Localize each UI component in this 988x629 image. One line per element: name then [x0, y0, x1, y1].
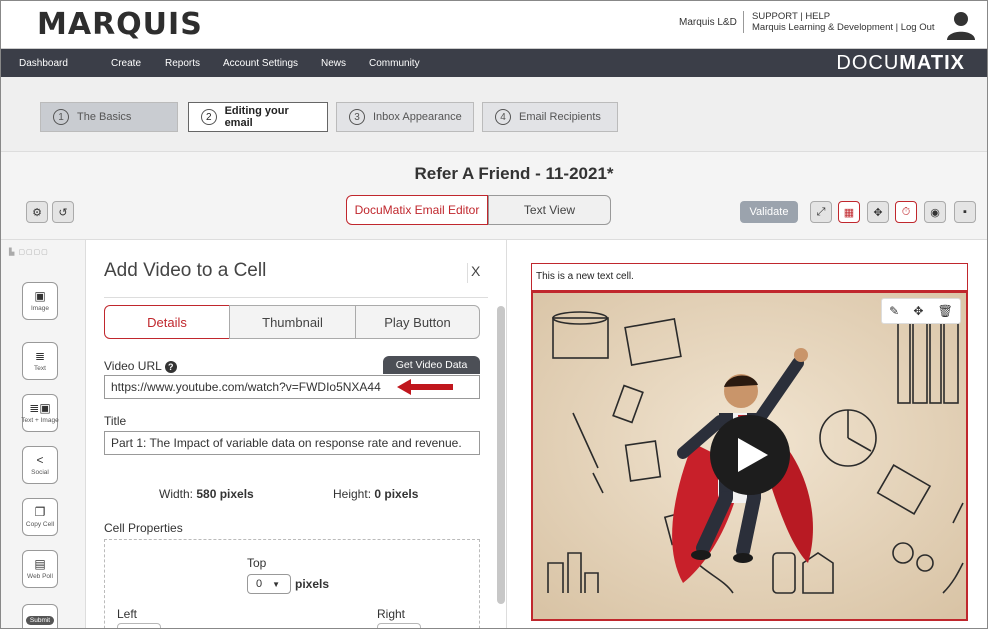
main-nav: Dashboard Create Reports Account Setting… [1, 49, 987, 77]
text-icon: ≣ [34, 349, 46, 363]
tool-text-image[interactable]: ≣▣ Text + Image [21, 394, 59, 432]
top-padding-label: Top [247, 556, 267, 570]
top-padding-select[interactable]: 0 ▼ [247, 574, 291, 594]
video-thumbnail [533, 293, 966, 619]
edit-pencil-icon[interactable]: ✎ [889, 304, 899, 318]
support-help-link[interactable]: SUPPORT | HELP [752, 11, 935, 22]
tab-thumbnail[interactable]: Thumbnail [229, 305, 356, 339]
user-avatar-icon[interactable] [945, 9, 977, 41]
editor-titlebar: Refer A Friend - 11-2021* DocuMatix Emai… [1, 152, 987, 240]
panel-divider [104, 297, 488, 298]
expand-icon[interactable]: ⤢ [810, 201, 832, 223]
red-arrow-annotation [397, 379, 453, 395]
tab-text-view[interactable]: Text View [488, 195, 611, 225]
tool-social[interactable]: < Social [22, 446, 58, 484]
image-icon: ▣ [34, 289, 46, 303]
validate-button[interactable]: Validate [740, 201, 798, 223]
nav-news[interactable]: News [321, 58, 346, 69]
nav-community[interactable]: Community [369, 58, 420, 69]
documatix-brand: DOCUMATIX [836, 52, 965, 74]
nav-dashboard[interactable]: Dashboard [19, 58, 68, 69]
tool-copy-cell[interactable]: ❐ Copy Cell [22, 498, 58, 536]
settings-gear-icon[interactable]: ⚙ [26, 201, 48, 223]
step-inbox-appearance[interactable]: 3 Inbox Appearance [336, 102, 474, 132]
tab-play-button[interactable]: Play Button [355, 305, 480, 339]
title-label: Title [104, 414, 127, 428]
get-video-data-button[interactable]: Get Video Data [383, 356, 480, 374]
left-padding-select[interactable] [117, 623, 161, 628]
title-input[interactable]: Part 1: The Impact of variable data on r… [104, 431, 480, 455]
video-url-label: Video URL ? [104, 359, 177, 373]
user-name[interactable]: Marquis L&D [679, 17, 737, 28]
timer-icon[interactable]: ⏱ [895, 201, 917, 223]
poll-icon: ▤ [34, 557, 46, 571]
chevron-down-icon: ▼ [272, 579, 281, 589]
right-padding-select[interactable] [377, 623, 421, 628]
copy-icon: ❐ [34, 505, 46, 519]
tool-image[interactable]: ▣ Image [22, 282, 58, 320]
close-panel-button[interactable]: X [471, 263, 480, 279]
tab-details[interactable]: Details [104, 305, 230, 339]
delete-trash-icon[interactable]: 🗑 [938, 304, 953, 318]
submit-icon: Submit [25, 616, 55, 625]
panel-title: Add Video to a Cell [104, 260, 267, 281]
tool-submit[interactable]: Submit [22, 604, 58, 628]
tool-text[interactable]: ≣ Text [22, 342, 58, 380]
grid-layout-icon[interactable]: ▦ [838, 201, 860, 223]
nav-create[interactable]: Create [111, 58, 141, 69]
cell-toolbar: ✎ ✥ 🗑 [881, 298, 961, 324]
marquis-logo[interactable]: MARQUIS [37, 7, 203, 42]
tool-web-poll[interactable]: ▤ Web Poll [22, 550, 58, 588]
step-the-basics[interactable]: 1 The Basics [40, 102, 178, 132]
panel-scrollbar[interactable] [497, 306, 505, 604]
app-window: MARQUIS Marquis L&D SUPPORT | HELP Marqu… [0, 0, 988, 629]
layout-thumbnails-icon[interactable]: ▙ ▢▢▢▢ [9, 248, 49, 256]
text-cell[interactable]: This is a new text cell. [531, 263, 968, 291]
wizard-steps: 1 The Basics 2 Editing your email 3 Inbox A… [1, 77, 987, 152]
cell-properties-box [104, 539, 480, 628]
preview-eye-icon[interactable]: ◉ [924, 201, 946, 223]
nav-reports[interactable]: Reports [165, 58, 200, 69]
cell-properties-label: Cell Properties [104, 521, 183, 535]
nav-account-settings[interactable]: Account Settings [223, 58, 298, 69]
step-email-recipients[interactable]: 4 Email Recipients [482, 102, 618, 132]
top-header: MARQUIS Marquis L&D SUPPORT | HELP Marqu… [1, 1, 987, 49]
support-links: SUPPORT | HELP Marquis Learning & Develo… [743, 11, 935, 33]
width-readout: Width: 580 pixels [159, 487, 254, 501]
step-editing-email[interactable]: 2 Editing your email [188, 102, 328, 132]
tab-email-editor[interactable]: DocuMatix Email Editor [346, 195, 488, 225]
right-padding-label: Right [377, 607, 406, 621]
move-icon[interactable]: ✥ [867, 201, 889, 223]
close-divider [467, 263, 468, 283]
org-logout-link[interactable]: Marquis Learning & Development | Log Out [752, 22, 935, 33]
height-readout: Height: 0 pixels [333, 487, 419, 501]
pixels-label: pixels [295, 577, 330, 591]
help-icon[interactable]: ? [164, 361, 177, 373]
history-undo-icon[interactable]: ↺ [52, 201, 74, 223]
left-padding-label: Left [117, 607, 138, 621]
share-icon: < [36, 453, 44, 467]
move-cell-icon[interactable]: ✥ [913, 304, 923, 318]
document-title: Refer A Friend - 11-2021* [414, 164, 614, 183]
text-image-icon: ≣▣ [29, 401, 51, 415]
save-icon[interactable]: ▪ [954, 201, 976, 223]
video-cell[interactable] [531, 291, 968, 621]
